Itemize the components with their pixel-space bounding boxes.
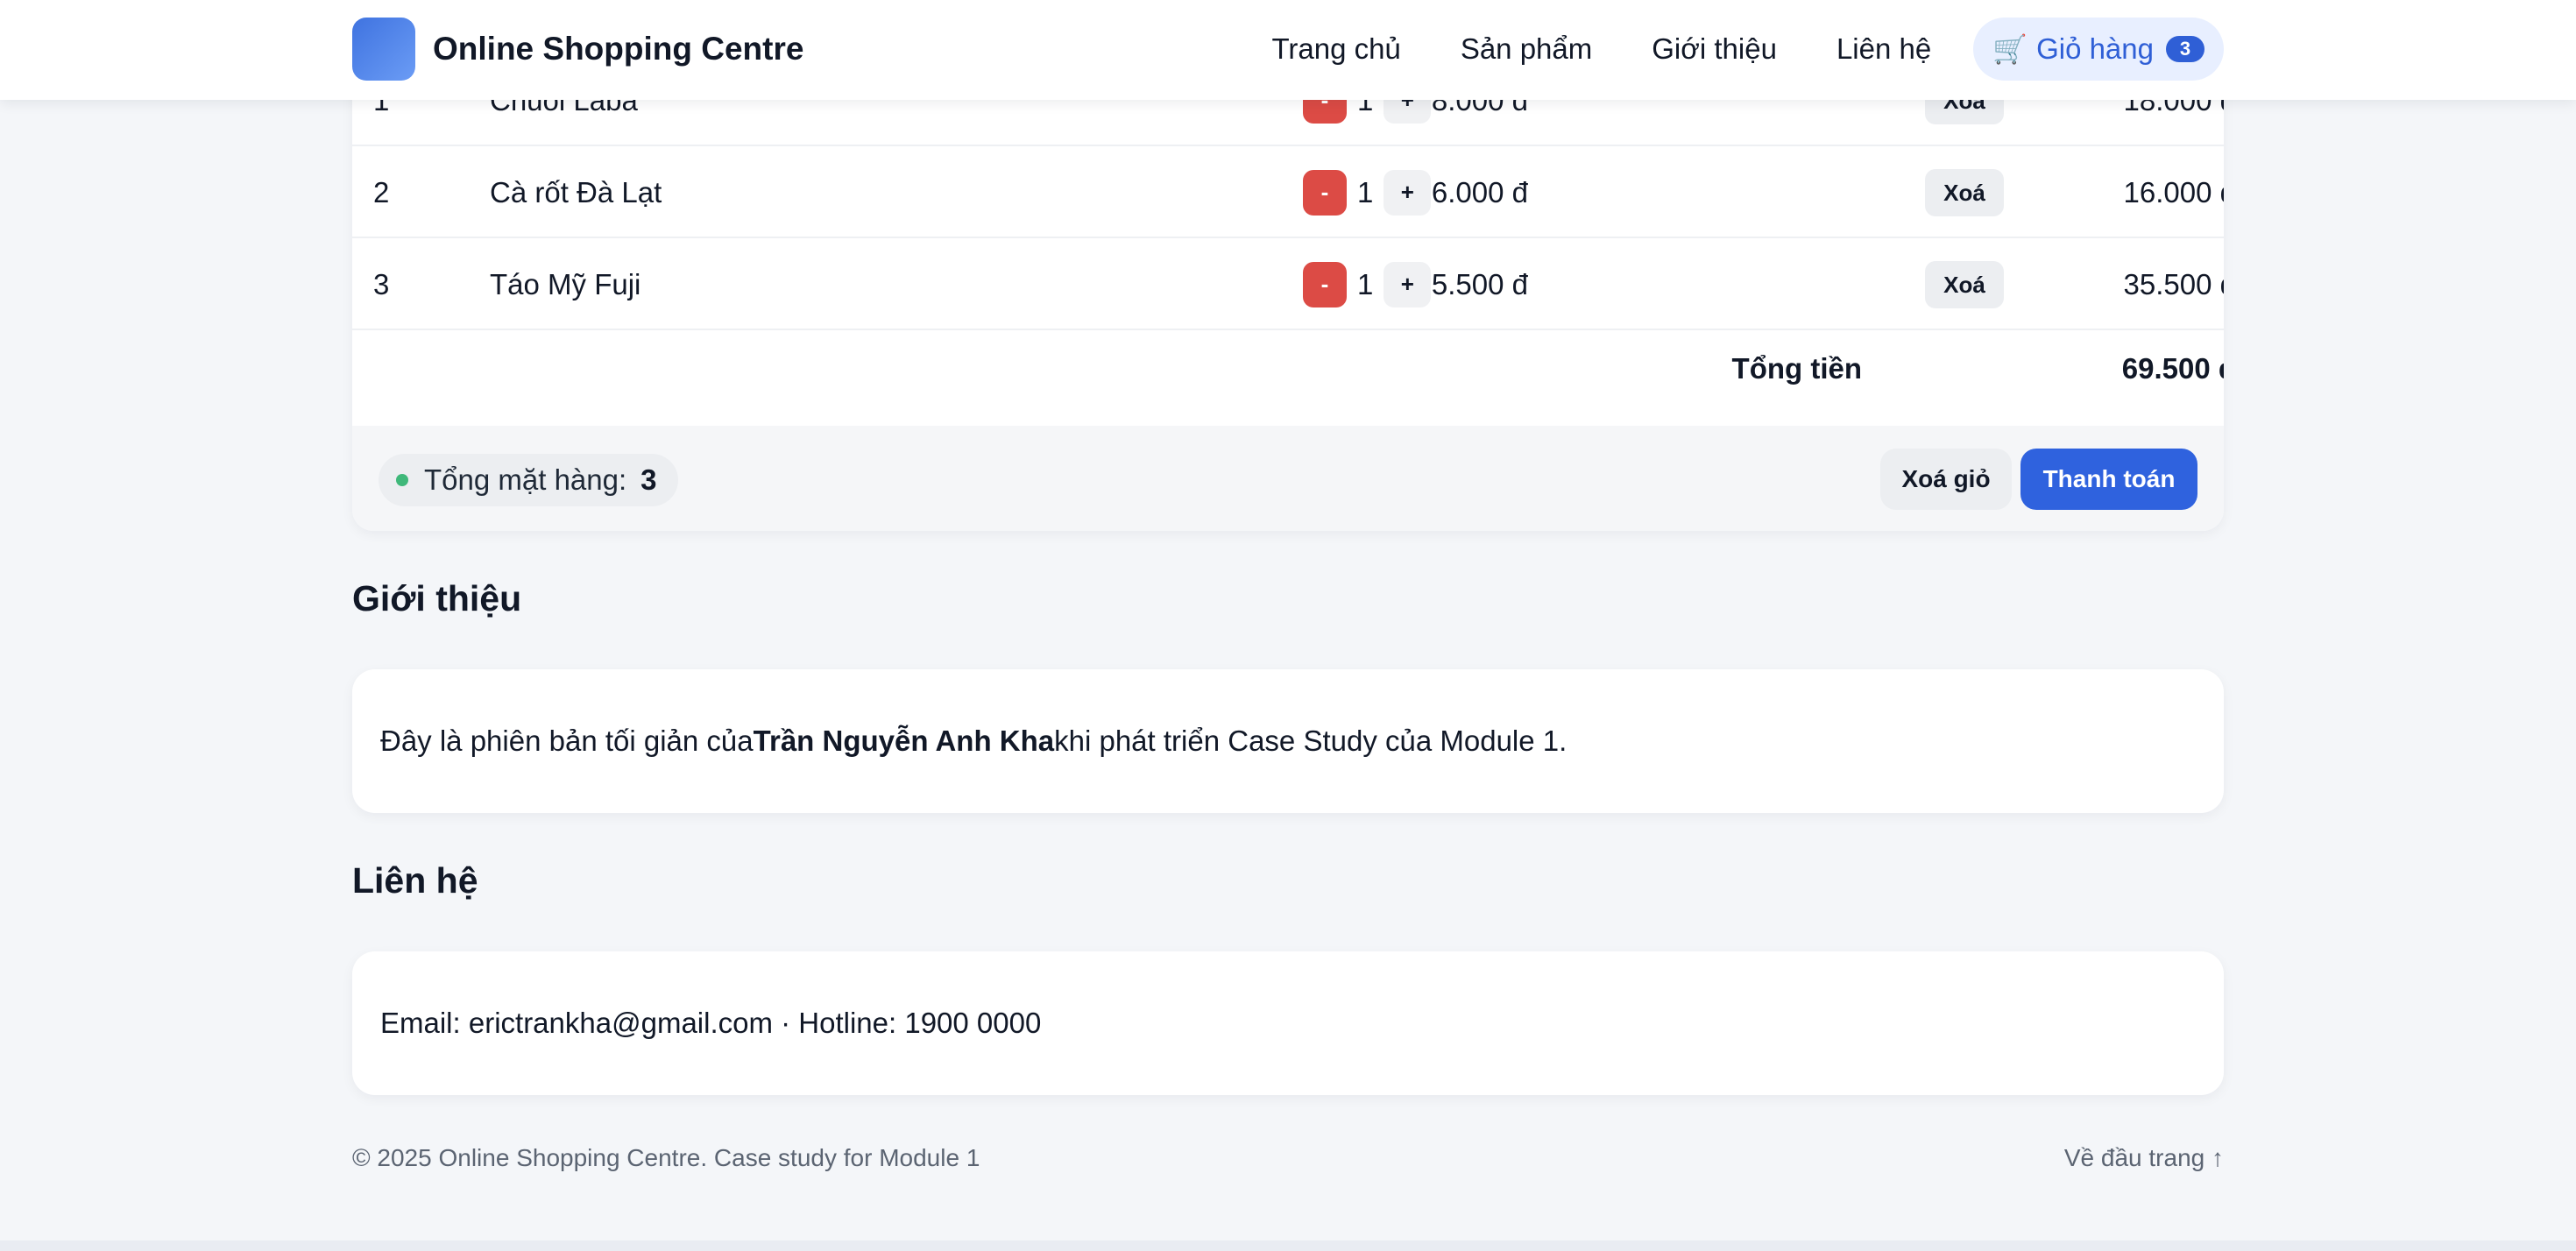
page-bottom-edge	[0, 1240, 2576, 1251]
row-index: 3	[373, 267, 390, 300]
increase-qty-button[interactable]: +	[1384, 261, 1432, 307]
about-text-before: Đây là phiên bản tối giản của	[380, 724, 754, 757]
cart-button[interactable]: 🛒 Giỏ hàng 3	[1973, 18, 2224, 81]
cart-label: Giỏ hàng	[2036, 32, 2154, 65]
decrease-qty-button[interactable]: -	[1303, 261, 1347, 307]
delete-item-button[interactable]: Xoá	[1925, 261, 2004, 308]
nav-link-home[interactable]: Trang chủ	[1271, 32, 1400, 66]
quantity-stepper: - 1 +	[1303, 238, 1432, 330]
delete-item-button[interactable]: Xoá	[1925, 169, 2004, 216]
quantity-value: 1	[1357, 267, 1374, 300]
item-count-label: Tổng mặt hàng:	[424, 463, 627, 496]
status-dot-icon	[396, 474, 408, 486]
about-text-after: khi phát triển Case Study của Module 1.	[1054, 724, 1568, 757]
author-name: Trần Nguyễn Anh Kha	[753, 724, 1055, 757]
contact-section-title: Liên hệ	[352, 860, 478, 901]
total-label: Tổng tiền	[1731, 352, 1862, 385]
cart-count-badge: 3	[2166, 36, 2204, 62]
nav-link-about[interactable]: Giới thiệu	[1652, 32, 1777, 66]
brand[interactable]: Online Shopping Centre	[352, 18, 803, 81]
row-subtotal: 16.000 đ	[2123, 175, 2224, 208]
quantity-stepper: - 1 +	[1303, 146, 1432, 238]
total-value: 69.500 đ	[2121, 352, 2224, 385]
about-section-title: Giới thiệu	[352, 578, 522, 618]
product-name: Táo Mỹ Fuji	[490, 267, 641, 300]
table-row: 3 Táo Mỹ Fuji 35.500 đ - 1 + 35.500 đ Xo…	[352, 238, 2224, 330]
total-row: Tổng tiền 69.500 đ	[352, 331, 2224, 406]
cart-footer-bar: Tổng mặt hàng: 3 Xoá giỏ Thanh toán	[352, 426, 2224, 531]
about-card: Đây là phiên bản tối giản của Trần Nguyễ…	[352, 669, 2224, 813]
cart-table-card: 1 Chuối Laba 18.000 đ - 1 + 18.000 đ Xoá…	[352, 35, 2224, 531]
nav-link-contact[interactable]: Liên hệ	[1836, 32, 1931, 66]
item-count-value: 3	[640, 463, 657, 496]
item-count-badge: Tổng mặt hàng: 3	[379, 454, 678, 506]
cart-icon: 🛒	[1992, 33, 2028, 65]
brand-title: Online Shopping Centre	[433, 31, 804, 67]
table-row: 2 Cà rốt Đà Lạt 16.000 đ - 1 + 16.000 đ …	[352, 146, 2224, 238]
decrease-qty-button[interactable]: -	[1303, 169, 1347, 216]
row-subtotal: 35.500 đ	[2123, 267, 2224, 300]
checkout-button[interactable]: Thanh toán	[2020, 449, 2197, 510]
top-navbar: Online Shopping Centre Trang chủ Sản phẩ…	[0, 0, 2576, 100]
back-to-top-link[interactable]: Về đầu trang ↑	[2064, 1144, 2224, 1172]
main-nav: Trang chủ Sản phẩm Giới thiệu Liên hệ 🛒 …	[1271, 18, 2224, 81]
row-index: 2	[373, 175, 390, 208]
product-name: Cà rốt Đà Lạt	[490, 175, 662, 208]
clear-cart-button[interactable]: Xoá giỏ	[1880, 449, 2012, 510]
contact-text: Email: erictrankha@gmail.com · Hotline: …	[380, 1007, 1042, 1039]
nav-link-products[interactable]: Sản phẩm	[1461, 32, 1592, 66]
quantity-value: 1	[1357, 175, 1374, 208]
brand-logo	[352, 18, 415, 81]
increase-qty-button[interactable]: +	[1384, 169, 1432, 216]
footer-copyright: © 2025 Online Shopping Centre. Case stud…	[352, 1144, 980, 1171]
contact-card: Email: erictrankha@gmail.com · Hotline: …	[352, 951, 2224, 1095]
